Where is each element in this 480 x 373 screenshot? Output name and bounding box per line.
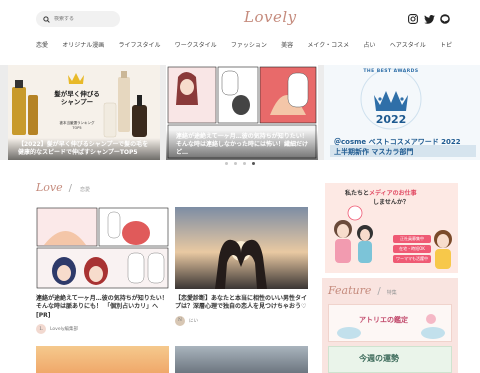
feature-card-title: アトリエの鑑定: [359, 316, 408, 324]
award-title: THE BEST AWARDS: [363, 69, 419, 74]
feature-card-title: 今週の運勢: [359, 354, 399, 363]
recruit-ad-banner[interactable]: 私たちとメディアのお仕事 しませんか？ 正社員募集中 在宅・時短OK ワーママも…: [325, 183, 458, 273]
illustration-people: [334, 205, 452, 269]
shampoo-headline-2: シャンプー: [60, 98, 94, 107]
article-thumbnail[interactable]: [175, 207, 308, 289]
feature-title-jp[interactable]: 特集: [387, 289, 397, 296]
carousel-slide-cosme[interactable]: THE BEST AWARDS 2022 ＠cosme ベストコスメアワード 2…: [324, 65, 480, 160]
feature-heading: Feature / 特集: [328, 284, 397, 297]
avatar: L: [36, 324, 46, 335]
search-box[interactable]: [36, 11, 120, 27]
carousel-slide-shampoo[interactable]: 髪が早く伸びる シャンプー 被本当厳選ランキング TOP5 【2022】髪が早く…: [8, 65, 160, 160]
carousel-caption: ＠cosme ベストコスメアワード 2022 上半期新作 マスカラ部門: [334, 138, 461, 156]
carousel-dot-3[interactable]: [243, 162, 246, 165]
nav-item-fortune[interactable]: 占い: [363, 40, 375, 49]
ad-tag-fulltime: 正社員募集中: [393, 235, 431, 243]
article-title[interactable]: 連絡が途絶えて一ヶ月…彼の気持ちが知りたい！そんな時は脈ありにも！ 「個別占いカ…: [36, 295, 169, 320]
nav-item-makeup-cosme[interactable]: メイク・コスメ: [307, 40, 349, 49]
twitter-icon[interactable]: [423, 13, 435, 25]
section-divider: /: [68, 183, 73, 194]
nav-item-fashion[interactable]: ファッション: [231, 40, 267, 49]
feature-card[interactable]: アトリエの鑑定: [328, 304, 452, 342]
main-nav: 恋愛 オリジナル漫画 ライフスタイル ワークスタイル ファッション 美容 メイク…: [36, 40, 452, 49]
manga-thumbnail-image: [36, 207, 169, 289]
heart-hands-image: [175, 207, 308, 289]
section-divider: /: [377, 286, 381, 297]
article-thumbnail[interactable]: [175, 346, 308, 373]
carousel-dot-1[interactable]: [225, 162, 228, 165]
instagram-icon[interactable]: [407, 13, 419, 25]
feature-card[interactable]: 今週の運勢: [328, 346, 452, 373]
author-name: にい: [189, 318, 198, 324]
ad-tag-working-mom: ワーママも活躍中: [393, 255, 431, 263]
avatar: N: [175, 315, 185, 326]
feature-section: Feature / 特集 アトリエの鑑定 今週の運勢: [322, 278, 458, 373]
ad-tag-remote: 在宅・時短OK: [393, 245, 431, 253]
nav-item-beauty[interactable]: 美容: [281, 40, 293, 49]
love-section-heading: Love / 恋愛: [36, 181, 90, 194]
site-logo[interactable]: Lovely: [244, 8, 297, 26]
section-title-jp[interactable]: 恋愛: [80, 186, 90, 193]
line-icon[interactable]: [439, 13, 451, 25]
carousel-pagination: [0, 162, 480, 165]
carousel-dot-2[interactable]: [234, 162, 237, 165]
article-author: L Lovely編集部: [36, 324, 169, 335]
carousel-dot-4[interactable]: [252, 162, 255, 165]
carousel-caption: 連絡が途絶えて一ヶ月…彼の気持ちが知りたい！そんな時は連絡しなかった時には怖い！…: [166, 129, 318, 160]
article-thumbnail[interactable]: [36, 346, 169, 373]
nav-item-lifestyle[interactable]: ライフスタイル: [119, 40, 161, 49]
search-icon: [43, 15, 50, 23]
search-input[interactable]: [54, 16, 114, 22]
award-year: 2022: [375, 113, 407, 126]
nav-item-hairstyle[interactable]: ヘアスタイル: [390, 40, 426, 49]
shampoo-ranking-top: TOP5: [72, 125, 82, 130]
section-title-en: Love: [36, 181, 63, 194]
carousel-slide-manga[interactable]: 連絡が途絶えて一ヶ月…彼の気持ちが知りたい！そんな時は連絡しなかった時には怖い！…: [166, 65, 318, 160]
article-card[interactable]: 連絡が途絶えて一ヶ月…彼の気持ちが知りたい！そんな時は脈ありにも！ 「個別占いカ…: [36, 207, 169, 335]
article-title[interactable]: 【恋愛診断】あなたと本当に相性のいい男性タイプは？深層心理で独自の恋人を見つけち…: [175, 295, 308, 312]
nav-item-love[interactable]: 恋愛: [36, 40, 48, 49]
nav-item-topics[interactable]: トピ: [440, 40, 452, 49]
hero-carousel[interactable]: 髪が早く伸びる シャンプー 被本当厳選ランキング TOP5 【2022】髪が早く…: [0, 65, 480, 160]
nav-item-workstyle[interactable]: ワークスタイル: [175, 40, 217, 49]
article-card[interactable]: 【恋愛診断】あなたと本当に相性のいい男性タイプは？深層心理で独自の恋人を見つけち…: [175, 207, 308, 326]
feature-title-en: Feature: [328, 284, 372, 297]
carousel-caption: 【2022】髪が早く伸びるシャンプーで髪の毛を健康的なスピードで伸ばすシャンプー…: [8, 137, 160, 160]
nav-item-original-manga[interactable]: オリジナル漫画: [62, 40, 104, 49]
article-thumbnail[interactable]: [36, 207, 169, 289]
article-author: N にい: [175, 315, 308, 326]
author-name: Lovely編集部: [50, 327, 79, 333]
